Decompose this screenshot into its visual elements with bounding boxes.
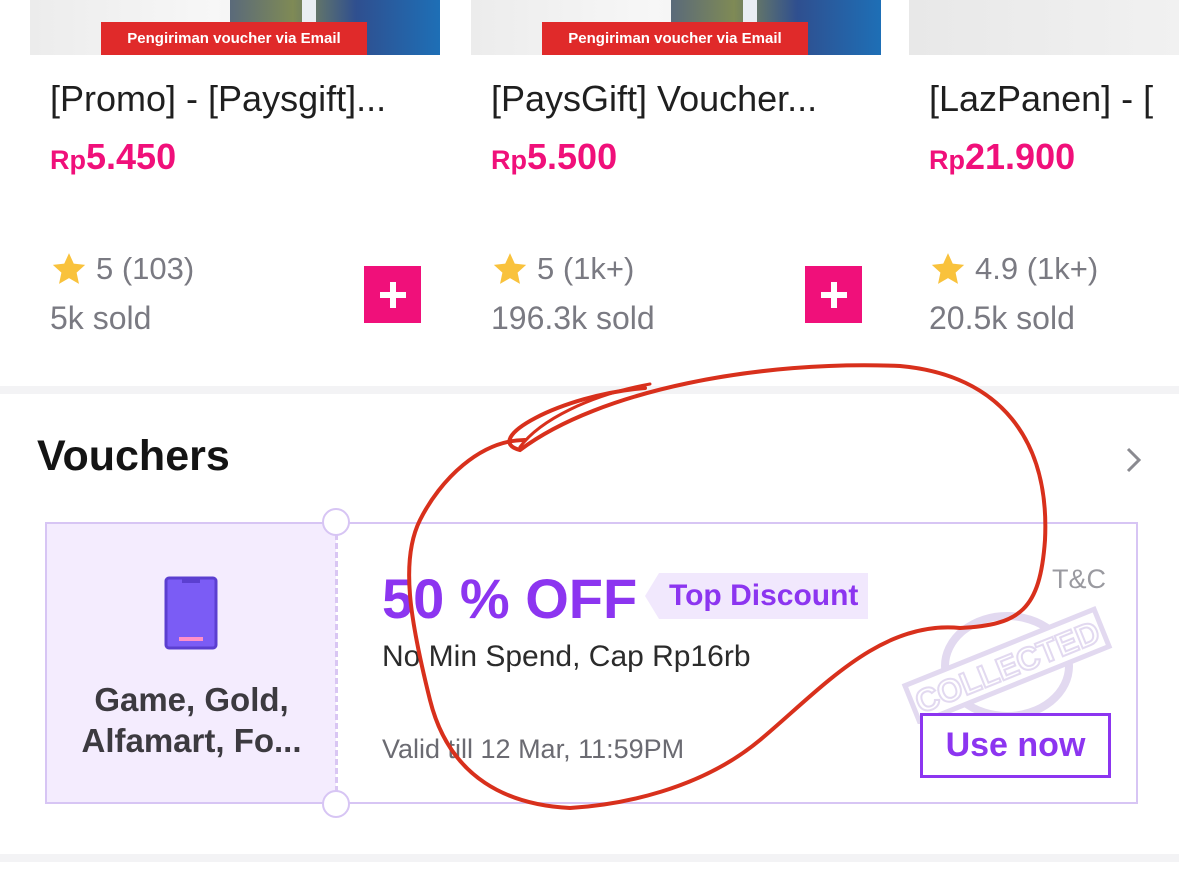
- chevron-right-icon[interactable]: [1124, 445, 1144, 475]
- rating-text: 5 (1k+): [537, 251, 635, 286]
- star-icon: [931, 253, 965, 284]
- add-to-cart-button[interactable]: [364, 266, 421, 323]
- ticket-notch: [322, 508, 350, 536]
- product-rating: 4.9 (1k+): [929, 250, 1098, 288]
- price-currency: Rp: [929, 145, 965, 175]
- section-divider: [0, 386, 1179, 394]
- add-to-cart-button[interactable]: [805, 266, 862, 323]
- section-divider: [0, 854, 1179, 862]
- phone-icon: [164, 576, 218, 650]
- product-price: Rp5.500: [491, 136, 617, 178]
- price-currency: Rp: [491, 145, 527, 175]
- product-title[interactable]: [PaysGift] Voucher...: [491, 78, 891, 120]
- discount-value: 50 % OFF: [382, 567, 638, 630]
- star-icon: [493, 253, 527, 284]
- plus-icon: [820, 281, 847, 308]
- product-banner: Pengiriman voucher via Email: [542, 22, 808, 55]
- product-card[interactable]: Pengiriman voucher via Email [Promo] - […: [30, 0, 440, 386]
- product-image[interactable]: Pengiriman voucher via Email: [30, 0, 440, 55]
- voucher-validity: Valid till 12 Mar, 11:59PM: [382, 734, 685, 764]
- top-discount-badge: Top Discount: [645, 573, 869, 619]
- ticket-notch: [322, 790, 350, 818]
- voucher-category-panel: Game, Gold, Alfamart, Fo...: [47, 524, 336, 802]
- rating-text: 4.9 (1k+): [975, 251, 1099, 286]
- product-price: Rp5.450: [50, 136, 176, 178]
- voucher-category: Game, Gold, Alfamart, Fo...: [81, 681, 302, 759]
- product-carousel: Pengiriman voucher via Email [Promo] - […: [0, 0, 1179, 386]
- sold-count: 196.3k sold: [491, 300, 655, 336]
- section-title: Vouchers: [37, 432, 230, 480]
- tnc-link[interactable]: T&C: [1052, 564, 1106, 595]
- voucher-card[interactable]: Game, Gold, Alfamart, Fo... 50 % OFF Top…: [45, 508, 1138, 818]
- price-amount: 5.450: [86, 136, 177, 177]
- product-price: Rp21.900: [929, 136, 1075, 178]
- product-image[interactable]: [909, 0, 1179, 55]
- product-rating: 5 (1k+): [491, 250, 634, 288]
- star-icon: [52, 253, 86, 284]
- product-image[interactable]: Pengiriman voucher via Email: [471, 0, 881, 55]
- product-title[interactable]: [Promo] - [Paysgift]...: [50, 78, 450, 120]
- product-card[interactable]: [LazPanen] - [ Rp21.900 4.9 (1k+) 20.5k …: [909, 0, 1179, 386]
- sold-count: 20.5k sold: [929, 300, 1075, 336]
- use-now-button[interactable]: Use now: [920, 713, 1111, 778]
- rating-text: 5 (103): [96, 251, 195, 286]
- collected-stamp: COLLECTED: [901, 605, 1113, 724]
- product-banner: Pengiriman voucher via Email: [101, 22, 367, 55]
- price-amount: 21.900: [965, 136, 1076, 177]
- price-currency: Rp: [50, 145, 86, 175]
- voucher-conditions: No Min Spend, Cap Rp16rb: [382, 640, 751, 673]
- perforation: [335, 534, 338, 792]
- product-card[interactable]: Pengiriman voucher via Email [PaysGift] …: [471, 0, 881, 386]
- price-amount: 5.500: [527, 136, 618, 177]
- plus-icon: [379, 281, 406, 308]
- stamp-text: COLLECTED: [910, 614, 1105, 721]
- product-title[interactable]: [LazPanen] - [: [929, 78, 1179, 120]
- product-rating: 5 (103): [50, 250, 194, 288]
- sold-count: 5k sold: [50, 300, 152, 336]
